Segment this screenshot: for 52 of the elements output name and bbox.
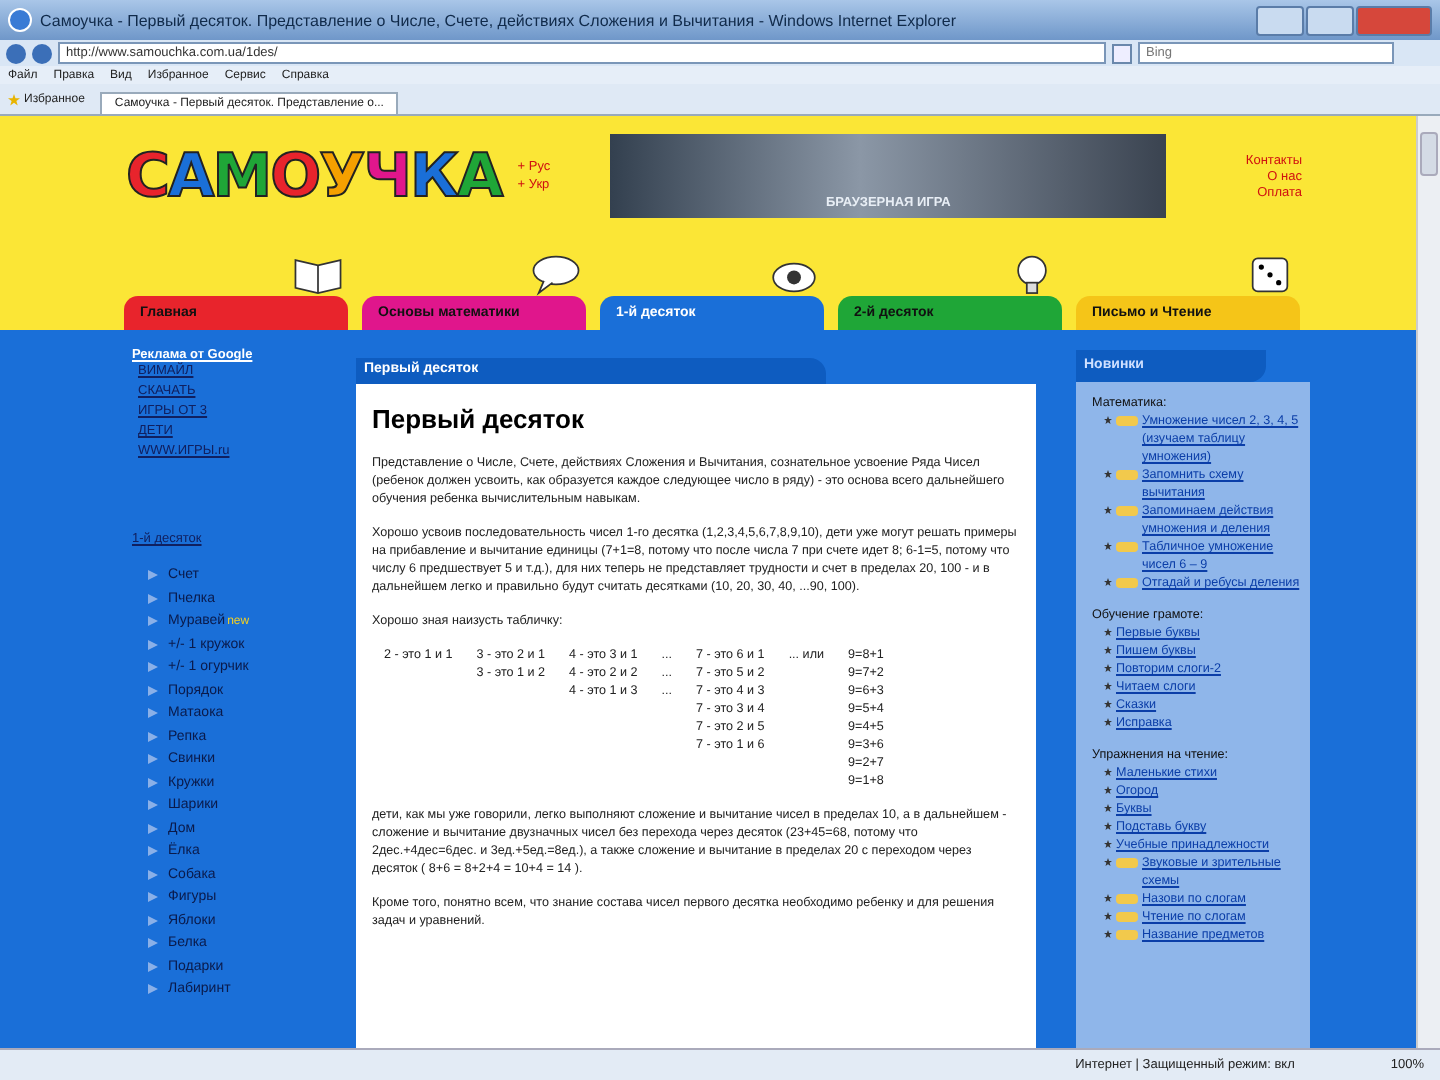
close-button[interactable] xyxy=(1356,5,1432,35)
bullet-icon xyxy=(1104,822,1112,830)
bullet-icon xyxy=(1104,768,1112,776)
minimize-button[interactable] xyxy=(1256,5,1304,35)
bullet-icon xyxy=(148,708,158,719)
bullet-icon xyxy=(148,846,158,857)
back-button[interactable] xyxy=(6,43,26,63)
bullet-icon xyxy=(148,892,158,903)
bullet-icon xyxy=(148,731,158,742)
tab-icon xyxy=(530,252,582,296)
bullet-icon xyxy=(1104,578,1112,586)
bullet-icon xyxy=(1104,416,1112,424)
bullet-icon xyxy=(1104,786,1112,794)
bullet-icon xyxy=(1104,858,1112,866)
bullet-icon xyxy=(148,869,158,880)
bullet-icon xyxy=(148,938,158,949)
bullet-icon xyxy=(1104,542,1112,550)
bullet-icon xyxy=(148,616,158,627)
bullet-icon xyxy=(1104,682,1112,690)
page-heading: Первый десяток xyxy=(372,404,586,434)
bullet-icon xyxy=(148,800,158,811)
maximize-button[interactable] xyxy=(1306,5,1354,35)
bullet-icon xyxy=(148,777,158,788)
bullet-icon xyxy=(148,593,158,604)
browser-icon xyxy=(8,8,32,32)
site-logo[interactable]: САМОУЧКА xyxy=(126,141,502,211)
window-title: Самоучка - Первый десяток. Представление о Числе, Счете, действиях Сложения и Вычитания - Windows Internet Explorer xyxy=(40,11,959,29)
bullet-icon xyxy=(1104,912,1112,920)
bullet-icon xyxy=(1104,664,1112,672)
bullet-icon xyxy=(148,754,158,765)
bullet-icon xyxy=(1104,840,1112,848)
bullet-icon xyxy=(148,915,158,926)
scrollbar[interactable] xyxy=(1416,116,1440,1048)
bullet-icon xyxy=(148,662,158,673)
bullet-icon xyxy=(148,570,158,581)
bullet-icon xyxy=(1104,628,1112,636)
bullet-icon xyxy=(148,639,158,650)
bullet-icon xyxy=(1104,470,1112,478)
bullet-icon xyxy=(1104,804,1112,812)
forward-button[interactable] xyxy=(32,43,52,63)
bullet-icon xyxy=(148,984,158,995)
bullet-icon xyxy=(1104,646,1112,654)
bullet-icon xyxy=(1104,506,1112,514)
star-icon[interactable] xyxy=(8,93,20,105)
bullet-icon xyxy=(148,961,158,972)
bullet-icon xyxy=(148,685,158,696)
bullet-icon xyxy=(1104,718,1112,726)
bullet-icon xyxy=(1104,930,1112,938)
bullet-icon xyxy=(148,823,158,834)
bullet-icon xyxy=(1104,894,1112,902)
refresh-icon[interactable] xyxy=(1112,43,1132,63)
bullet-icon xyxy=(1104,700,1112,708)
